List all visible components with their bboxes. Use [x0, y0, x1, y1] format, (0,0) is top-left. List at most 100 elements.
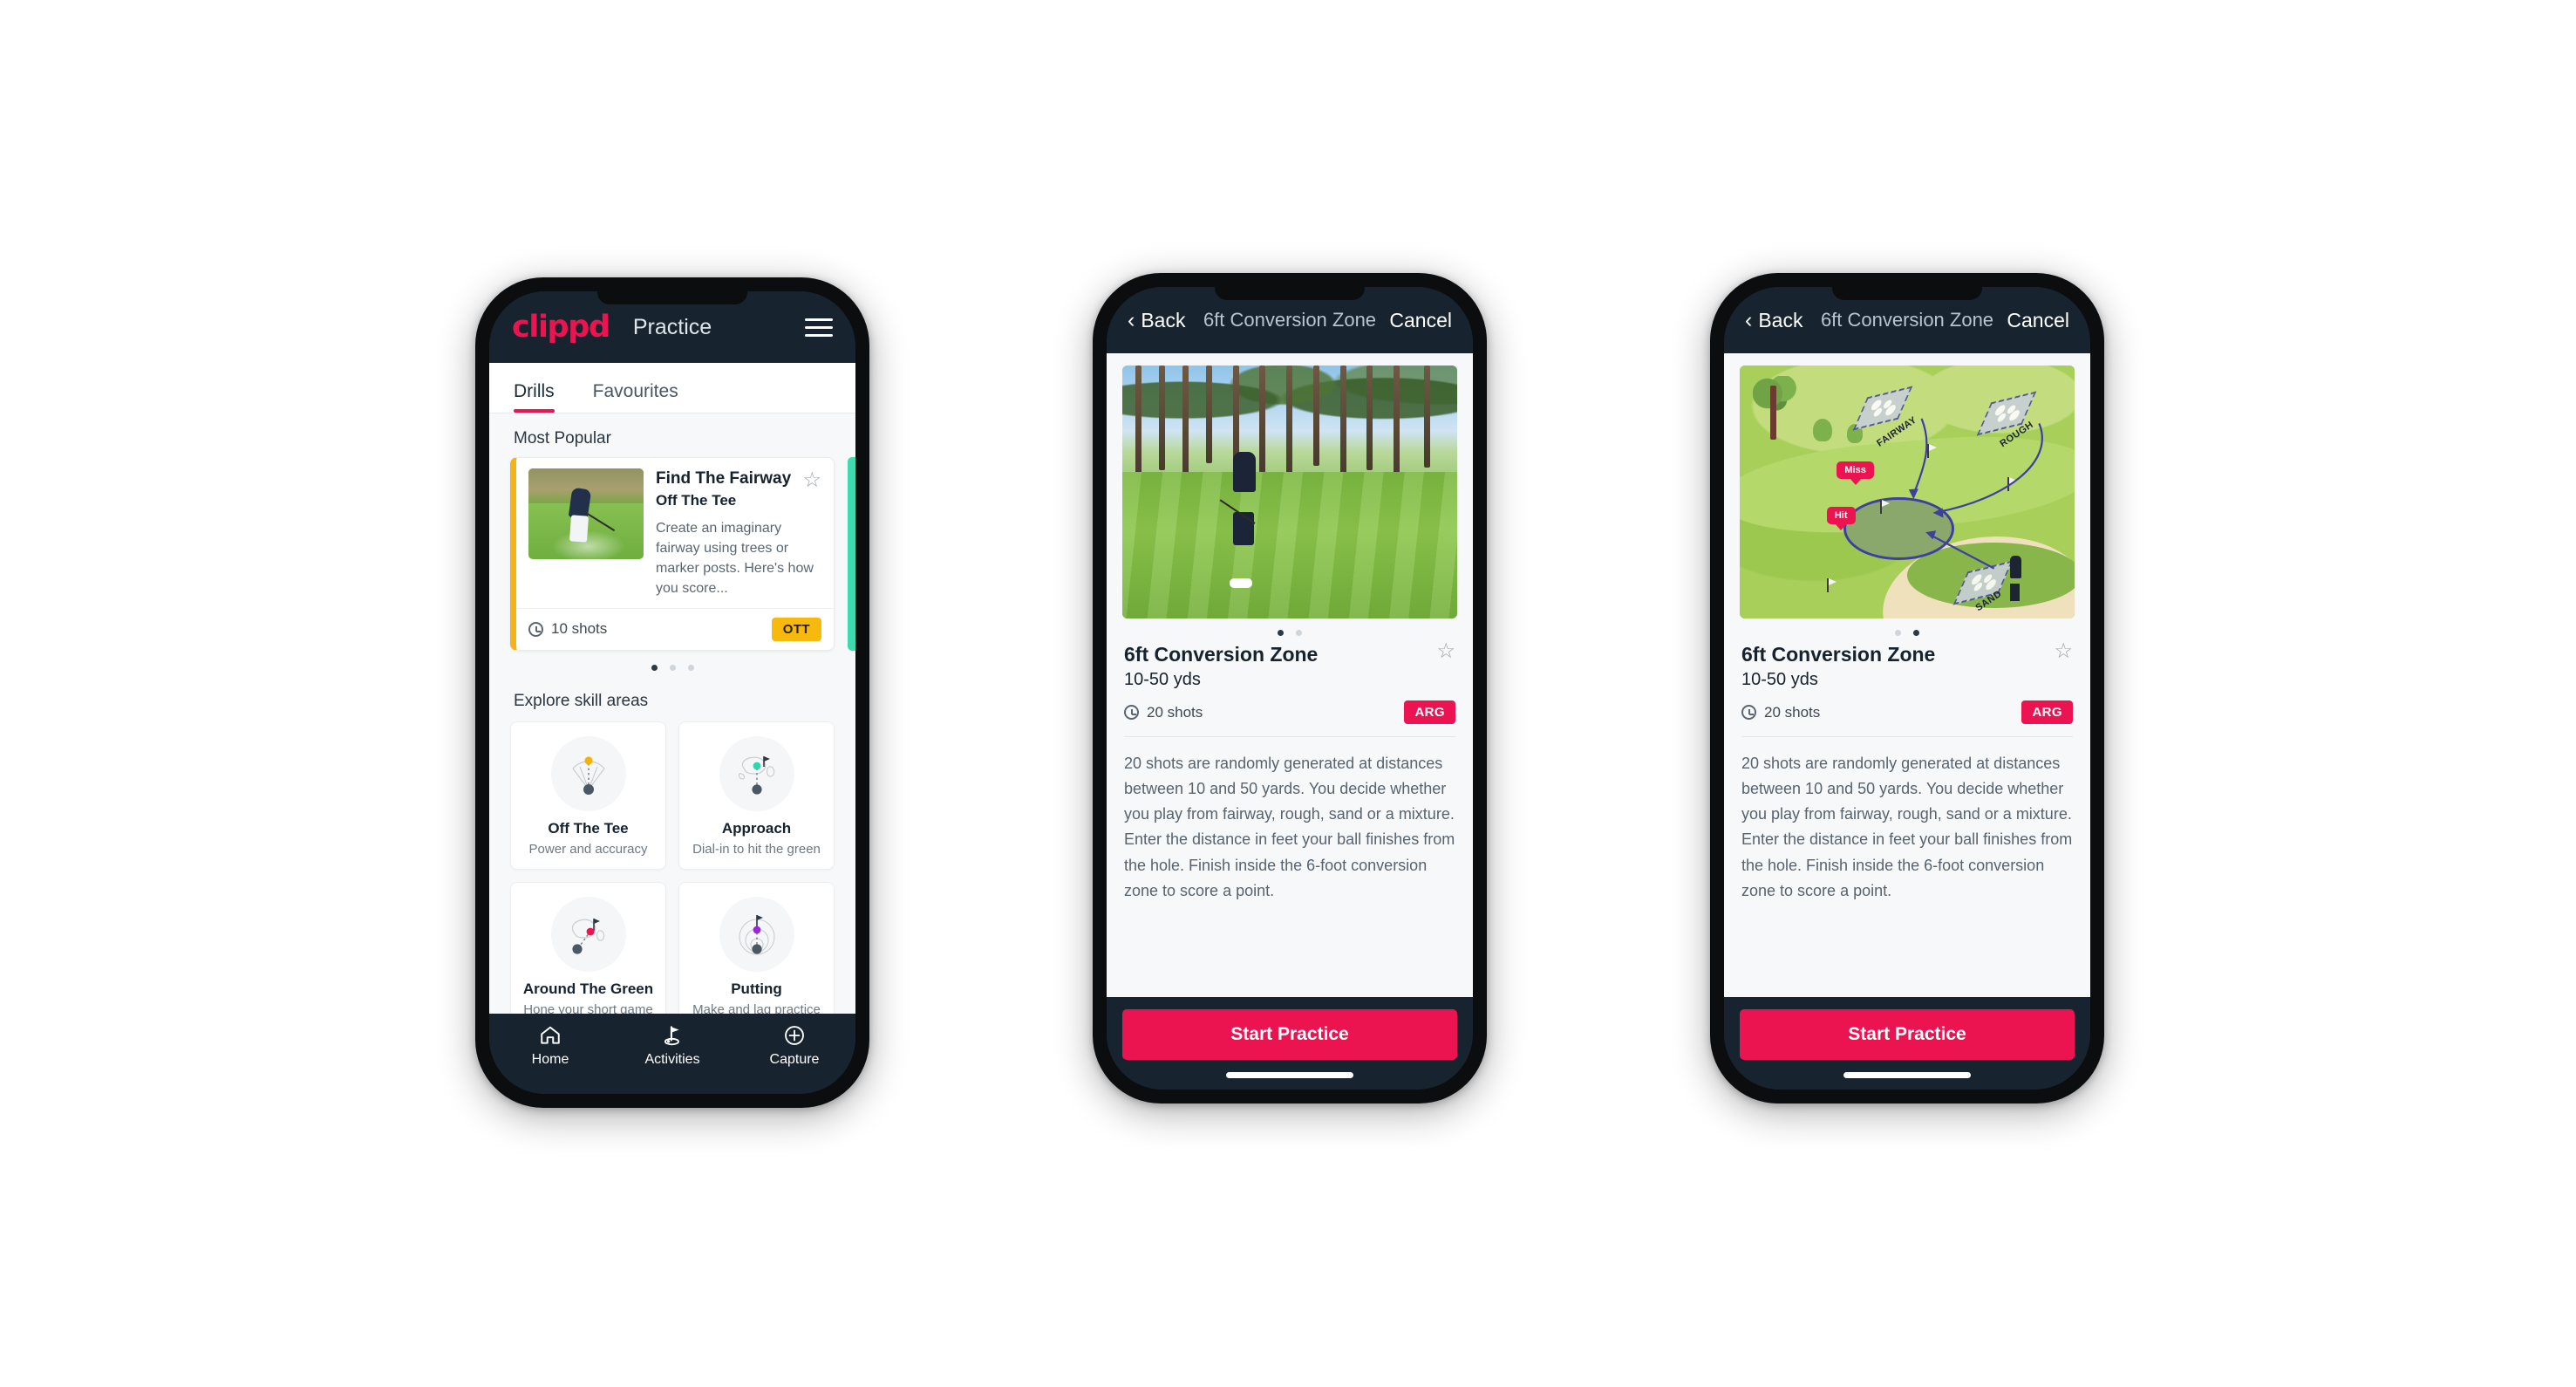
cancel-button[interactable]: Cancel [1389, 309, 1452, 332]
shot-trajectory-arrows [1908, 418, 2043, 570]
detail-description: 20 shots are randomly generated at dista… [1124, 755, 1455, 899]
detail-shots-count: 20 shots [1147, 703, 1203, 721]
cta-container: Start Practice [1107, 997, 1473, 1060]
detail-meta-row: 20 shots ARG [1124, 700, 1455, 724]
skill-desc: Power and accuracy [528, 841, 648, 857]
skill-areas-grid: Off The Tee Power and accuracy Approach … [489, 720, 855, 1015]
carousel-dot-2[interactable] [669, 664, 676, 671]
clock-icon [1741, 705, 1756, 720]
drill-card-info: Find The Fairway Off The Tee Create an i… [656, 468, 821, 599]
detail-yardage: 10-50 yds [1124, 670, 1201, 689]
media-dot-2[interactable] [1296, 630, 1302, 636]
carousel-dots[interactable] [489, 651, 855, 676]
star-outline-icon[interactable]: ☆ [2054, 641, 2073, 662]
back-label: Back [1141, 308, 1186, 331]
detail-header: 6ft Conversion Zone 10-50 yds ☆ 20 shots… [1107, 641, 1473, 724]
drill-title: Find The Fairway [656, 469, 792, 488]
home-icon [489, 1022, 611, 1049]
drill-skill-tag: OTT [771, 617, 821, 641]
skill-areas-heading: Explore skill areas [514, 691, 649, 710]
content-scroll-area[interactable]: Most Popular Find The Fairway Off The Te… [489, 413, 855, 1014]
screenshot-stage: clippd Practice Drills Favourites Most P… [0, 0, 2576, 1387]
cta-container: Start Practice [1724, 997, 2090, 1060]
callout-miss: Miss [1837, 461, 1874, 480]
detail-title: 6ft Conversion Zone [1124, 643, 1319, 666]
carousel-dot-1[interactable] [651, 664, 658, 671]
skill-card-putting[interactable]: Putting Make and lag practice [678, 881, 835, 1015]
drill-subtitle: Off The Tee [656, 491, 737, 509]
skill-name: Around The Green [522, 980, 654, 997]
star-outline-icon[interactable]: ☆ [1436, 641, 1455, 662]
skill-name: Putting [731, 980, 782, 997]
most-popular-heading: Most Popular [514, 429, 611, 448]
phone-notch [1215, 287, 1365, 300]
next-card-peek[interactable] [848, 457, 855, 651]
media-dots[interactable] [1107, 618, 1473, 643]
callout-hit: Hit [1826, 507, 1856, 525]
nav-label: Capture [769, 1052, 820, 1067]
skill-desc: Make and lag practice [692, 1001, 821, 1015]
skill-card-off-the-tee[interactable]: Off The Tee Power and accuracy [510, 721, 666, 870]
drill-card-top: Find The Fairway Off The Tee Create an i… [516, 458, 834, 608]
detail-skill-tag: ARG [1404, 700, 1455, 724]
skill-card-approach[interactable]: Approach Dial-in to hit the green [678, 721, 835, 870]
detail-yardage: 10-50 yds [1741, 670, 1818, 689]
tab-favourites[interactable]: Favourites [593, 381, 685, 413]
approach-icon [719, 735, 794, 811]
phone2-screen: ‹ Back 6ft Conversion Zone Cancel 6ft Co… [1107, 287, 1473, 1090]
start-practice-button[interactable]: Start Practice [1740, 1009, 2075, 1060]
detail-content: 6ft Conversion Zone 10-50 yds ☆ 20 shots… [1107, 353, 1473, 997]
tab-drills[interactable]: Drills [514, 381, 562, 413]
golfer-figure [2009, 555, 2021, 578]
home-indicator [1226, 1072, 1353, 1078]
golf-flag-icon [611, 1022, 733, 1049]
nav-item-activities[interactable]: Activities [611, 1022, 733, 1094]
start-practice-button[interactable]: Start Practice [1122, 1009, 1457, 1060]
drill-media-illustration[interactable]: FAIRWAY ROUGH SAND Miss Hit [1740, 366, 2075, 618]
nav-item-home[interactable]: Home [489, 1022, 611, 1094]
nav-label: Home [531, 1052, 569, 1067]
skill-card-around-the-green[interactable]: Around The Green Hone your short game [510, 881, 666, 1014]
drill-shots-count: 10 shots [551, 620, 608, 637]
skill-name: Off The Tee [548, 819, 629, 837]
phone-mockup-drill-detail-photo: ‹ Back 6ft Conversion Zone Cancel 6ft Co… [1093, 273, 1487, 1103]
drill-thumbnail [528, 468, 644, 559]
detail-description: 20 shots are randomly generated at dista… [1741, 755, 2073, 899]
phone-notch [1832, 287, 1982, 300]
media-dot-1[interactable] [1895, 630, 1901, 636]
back-button[interactable]: ‹ Back [1128, 309, 1185, 332]
detail-title: 6ft Conversion Zone [1741, 643, 1936, 666]
bottom-navigation: Home Activities Capture [489, 1014, 855, 1094]
back-label: Back [1758, 308, 1803, 331]
cancel-button[interactable]: Cancel [2007, 309, 2069, 332]
phone-notch [597, 291, 747, 304]
golfer-figure [1232, 451, 1256, 492]
media-dot-2[interactable] [1913, 630, 1919, 636]
hamburger-icon[interactable] [805, 318, 833, 337]
star-outline-icon[interactable]: ☆ [802, 470, 821, 491]
drill-description: Create an imaginary fairway using trees … [656, 520, 814, 597]
carousel-dot-3[interactable] [687, 664, 694, 671]
tab-bar: Drills Favourites [489, 363, 855, 413]
detail-meta-row: 20 shots ARG [1741, 700, 2073, 724]
home-indicator [1843, 1072, 1971, 1078]
phone3-screen: ‹ Back 6ft Conversion Zone Cancel FAIRWA… [1724, 287, 2090, 1090]
skill-desc: Dial-in to hit the green [692, 841, 821, 857]
drill-media-photo[interactable] [1122, 366, 1457, 618]
home-indicator-area [1107, 1060, 1473, 1090]
back-button[interactable]: ‹ Back [1745, 309, 1803, 332]
nav-label: Activities [644, 1052, 700, 1067]
detail-header: 6ft Conversion Zone 10-50 yds ☆ 20 shots… [1724, 641, 2090, 724]
detail-skill-tag: ARG [2021, 700, 2073, 724]
detail-content: FAIRWAY ROUGH SAND Miss Hit 6ft Conversi… [1724, 353, 2090, 997]
clippd-logo[interactable]: clippd [512, 311, 610, 343]
nav-item-capture[interactable]: Capture [733, 1022, 855, 1094]
media-dot-1[interactable] [1278, 630, 1284, 636]
phone-mockup-practice-list: clippd Practice Drills Favourites Most P… [475, 277, 869, 1108]
clock-icon [528, 621, 543, 637]
most-popular-carousel[interactable]: Find The Fairway Off The Tee Create an i… [489, 457, 855, 651]
media-dots[interactable] [1724, 618, 2090, 643]
home-indicator-area [1724, 1060, 2090, 1090]
drill-card[interactable]: Find The Fairway Off The Tee Create an i… [510, 457, 835, 651]
putting-icon [719, 896, 794, 972]
